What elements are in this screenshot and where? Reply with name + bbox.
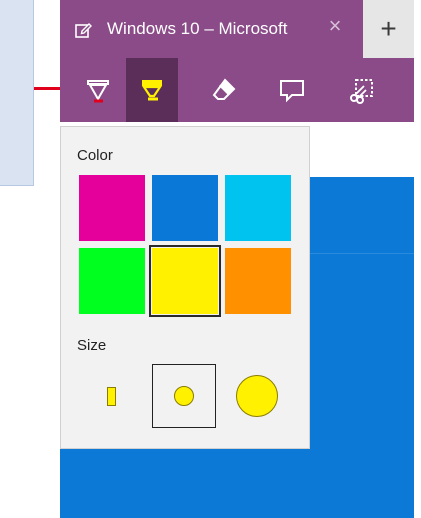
highlighter-button[interactable] <box>126 58 178 122</box>
size-option-small[interactable] <box>79 364 143 428</box>
size-small-marker <box>106 386 116 406</box>
clip-button[interactable] <box>336 58 388 122</box>
size-option-medium[interactable] <box>152 364 216 428</box>
highlighter-icon <box>141 80 163 101</box>
browser-tab[interactable]: Windows 10 – Microsoft × <box>60 0 363 58</box>
size-option-large[interactable] <box>225 364 289 428</box>
add-note-icon <box>280 80 304 103</box>
size-large-marker <box>236 375 278 417</box>
size-medium-marker <box>174 386 194 406</box>
clip-icon <box>350 79 373 104</box>
tab-title: Windows 10 – Microsoft <box>107 19 288 38</box>
web-note-toolbar <box>60 58 414 122</box>
tab-bar: Windows 10 – Microsoft × + <box>60 0 414 58</box>
ballpoint-pen-button[interactable] <box>72 58 124 122</box>
color-label: Color <box>77 147 113 164</box>
color-swatch-orange[interactable] <box>225 248 291 314</box>
color-swatch-blue[interactable] <box>152 175 218 241</box>
eraser-button[interactable] <box>198 58 250 122</box>
new-tab-button[interactable]: + <box>363 0 414 58</box>
eraser-icon <box>212 78 236 100</box>
size-label: Size <box>77 337 107 354</box>
tab-close-icon[interactable]: × <box>325 15 345 37</box>
highlighter-settings-panel: Color Size <box>60 126 310 449</box>
color-swatch-green[interactable] <box>79 248 145 314</box>
ballpoint-pen-icon <box>87 80 109 103</box>
add-note-button[interactable] <box>266 58 318 122</box>
color-swatch-cyan[interactable] <box>225 175 291 241</box>
callout-box <box>0 0 34 186</box>
edit-page-icon <box>75 23 92 38</box>
color-swatch-yellow[interactable] <box>149 245 221 317</box>
color-swatch-magenta[interactable] <box>79 175 145 241</box>
